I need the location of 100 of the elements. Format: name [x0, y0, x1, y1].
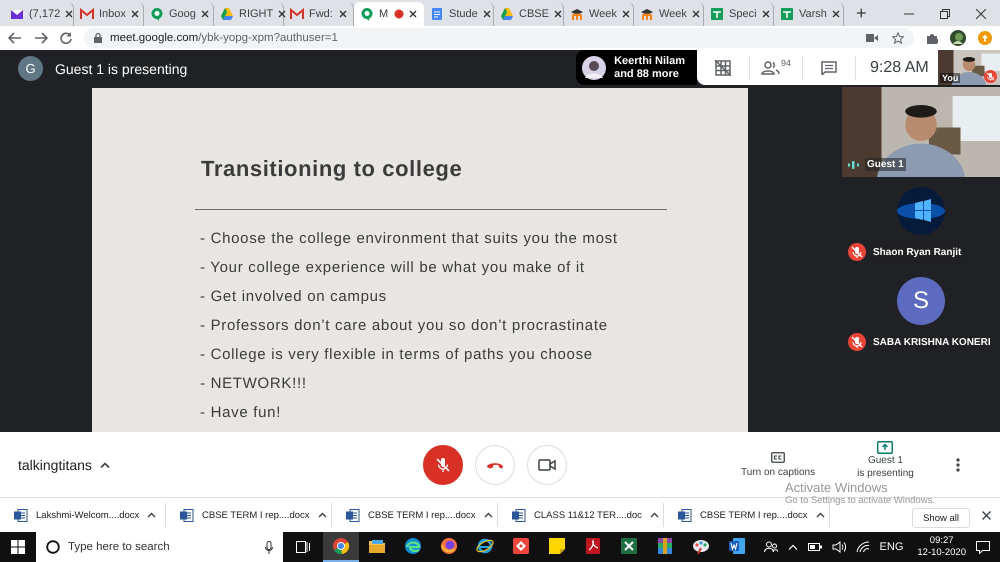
close-icon[interactable]	[982, 510, 991, 520]
task-view-icon[interactable]	[296, 541, 310, 553]
microphone-icon	[265, 540, 273, 554]
chat-bubble-icon	[360, 7, 374, 21]
download-item[interactable]: CBSE TERM I rep....docx	[166, 503, 332, 527]
fox-globe-icon	[440, 537, 458, 555]
microphone-button[interactable]	[423, 444, 463, 484]
bullet-text: - NETWORK!!!	[200, 374, 308, 394]
ring-icon	[332, 537, 350, 555]
people-icon[interactable]	[764, 541, 778, 553]
document-icon	[678, 508, 692, 522]
camera-icon[interactable]	[866, 34, 878, 42]
download-item[interactable]: CBSE TERM I rep....docx	[332, 503, 498, 527]
close-icon	[339, 10, 347, 18]
close-icon[interactable]	[976, 9, 986, 19]
document-icon	[728, 537, 746, 555]
download-item[interactable]: Lakshmi-Welcom....docx	[0, 503, 166, 527]
chat-bubble-icon	[150, 7, 164, 21]
swirl-icon	[404, 537, 422, 555]
activation-text: Go to Settings to activate Windows.	[785, 495, 935, 506]
close-icon	[65, 10, 74, 18]
palette-icon	[692, 537, 710, 555]
document-icon	[512, 508, 526, 522]
show-all-button[interactable]: Show all	[912, 508, 970, 528]
envelope-icon	[290, 7, 304, 21]
bullet-text: - Have fun!	[200, 403, 282, 423]
present-button[interactable]: Guest 1 is presenting	[857, 441, 914, 480]
folder-icon	[368, 537, 386, 555]
clock-time: 9:28 AM	[869, 58, 929, 76]
people-button[interactable]: 94	[760, 60, 791, 74]
taskbar-app[interactable]	[323, 532, 359, 562]
participant-name: SABA KRISHNA KONERI	[871, 336, 993, 348]
restore-icon[interactable]	[940, 9, 950, 19]
graduation-cap-icon	[570, 7, 584, 21]
browser-tab[interactable]: M	[354, 2, 424, 26]
reload-icon[interactable]	[60, 32, 72, 44]
bullet-text: - Get involved on campus	[200, 287, 388, 307]
graduation-cap-icon	[640, 7, 654, 21]
search-field[interactable]: Type here to search	[36, 532, 283, 562]
envelope-icon	[10, 7, 24, 21]
address-bar[interactable]: meet.google.com/ybk-yopg-xpm?authuser=1	[84, 28, 914, 48]
windows-logo-icon[interactable]	[11, 540, 25, 554]
bullet-text: - Professors don’t care about you so don’t procrastinate	[200, 316, 609, 336]
close-icon	[832, 10, 840, 18]
camera-button[interactable]	[527, 444, 567, 484]
close-icon	[762, 10, 770, 18]
close-icon	[409, 10, 417, 18]
video-camera-icon	[538, 458, 556, 470]
spreadsheet-icon	[710, 7, 724, 21]
captions-button[interactable]: Turn on captions	[741, 452, 816, 478]
caret-up-icon	[816, 512, 825, 518]
document-icon	[180, 508, 194, 522]
back-arrow-icon[interactable]	[8, 32, 22, 44]
captions-icon	[771, 452, 786, 462]
close-icon	[554, 10, 562, 18]
document-icon	[14, 508, 28, 522]
close-icon	[130, 10, 139, 18]
meeting-name: talkingtitans	[18, 456, 92, 472]
slide-title: Transitioning to college	[201, 156, 464, 182]
download-item[interactable]: CLASS 11&12 TER....doc	[498, 503, 664, 527]
grid-off-icon[interactable]	[715, 60, 731, 76]
star-icon[interactable]	[892, 32, 904, 44]
triangle-icon	[500, 7, 514, 21]
orbit-icon	[476, 537, 494, 555]
triangle-icon	[220, 7, 234, 21]
avatar: G	[18, 56, 43, 81]
forward-arrow-icon[interactable]	[34, 32, 48, 44]
phone-hang-up-icon	[486, 460, 504, 468]
battery-icon[interactable]	[808, 543, 822, 551]
new-tab-button[interactable]: +	[856, 3, 867, 24]
caret-up-icon	[147, 512, 156, 518]
caret-up-icon[interactable]	[100, 462, 110, 468]
caret-up-icon	[650, 512, 659, 518]
download-item[interactable]: CBSE TERM I rep....docx	[664, 503, 830, 527]
lock-icon	[94, 33, 102, 43]
more-icon[interactable]	[956, 458, 960, 472]
search-icon	[46, 540, 60, 554]
spreadsheet-icon	[620, 537, 638, 555]
pdf-file-icon	[584, 537, 602, 555]
activation-title: Activate Windows	[785, 481, 889, 495]
clock[interactable]: 09:27 12-10-2020	[917, 535, 966, 559]
puzzle-icon[interactable]	[926, 32, 938, 44]
self-label: You	[940, 73, 960, 83]
people-icon	[760, 60, 781, 74]
language-indicator[interactable]: ENG	[880, 541, 904, 553]
caret-up-icon	[484, 512, 493, 518]
chat-icon[interactable]	[821, 60, 837, 74]
close-icon	[200, 10, 209, 18]
bullet-text: - Your college experience will be what you make of it	[200, 258, 586, 278]
leave-call-button[interactable]	[475, 444, 515, 484]
notification-icon[interactable]	[976, 540, 990, 554]
presenter-label: Guest 1 is presenting	[55, 60, 188, 76]
close-icon	[692, 10, 700, 18]
avatar: S	[897, 277, 945, 325]
wifi-icon[interactable]	[856, 541, 870, 553]
stacked-books-icon	[656, 537, 674, 555]
note-icon	[548, 537, 566, 555]
participants-chip[interactable]: Keerthi Nilam and 88 more	[576, 50, 697, 85]
speaker-icon[interactable]	[832, 541, 846, 553]
document-icon	[430, 7, 444, 21]
